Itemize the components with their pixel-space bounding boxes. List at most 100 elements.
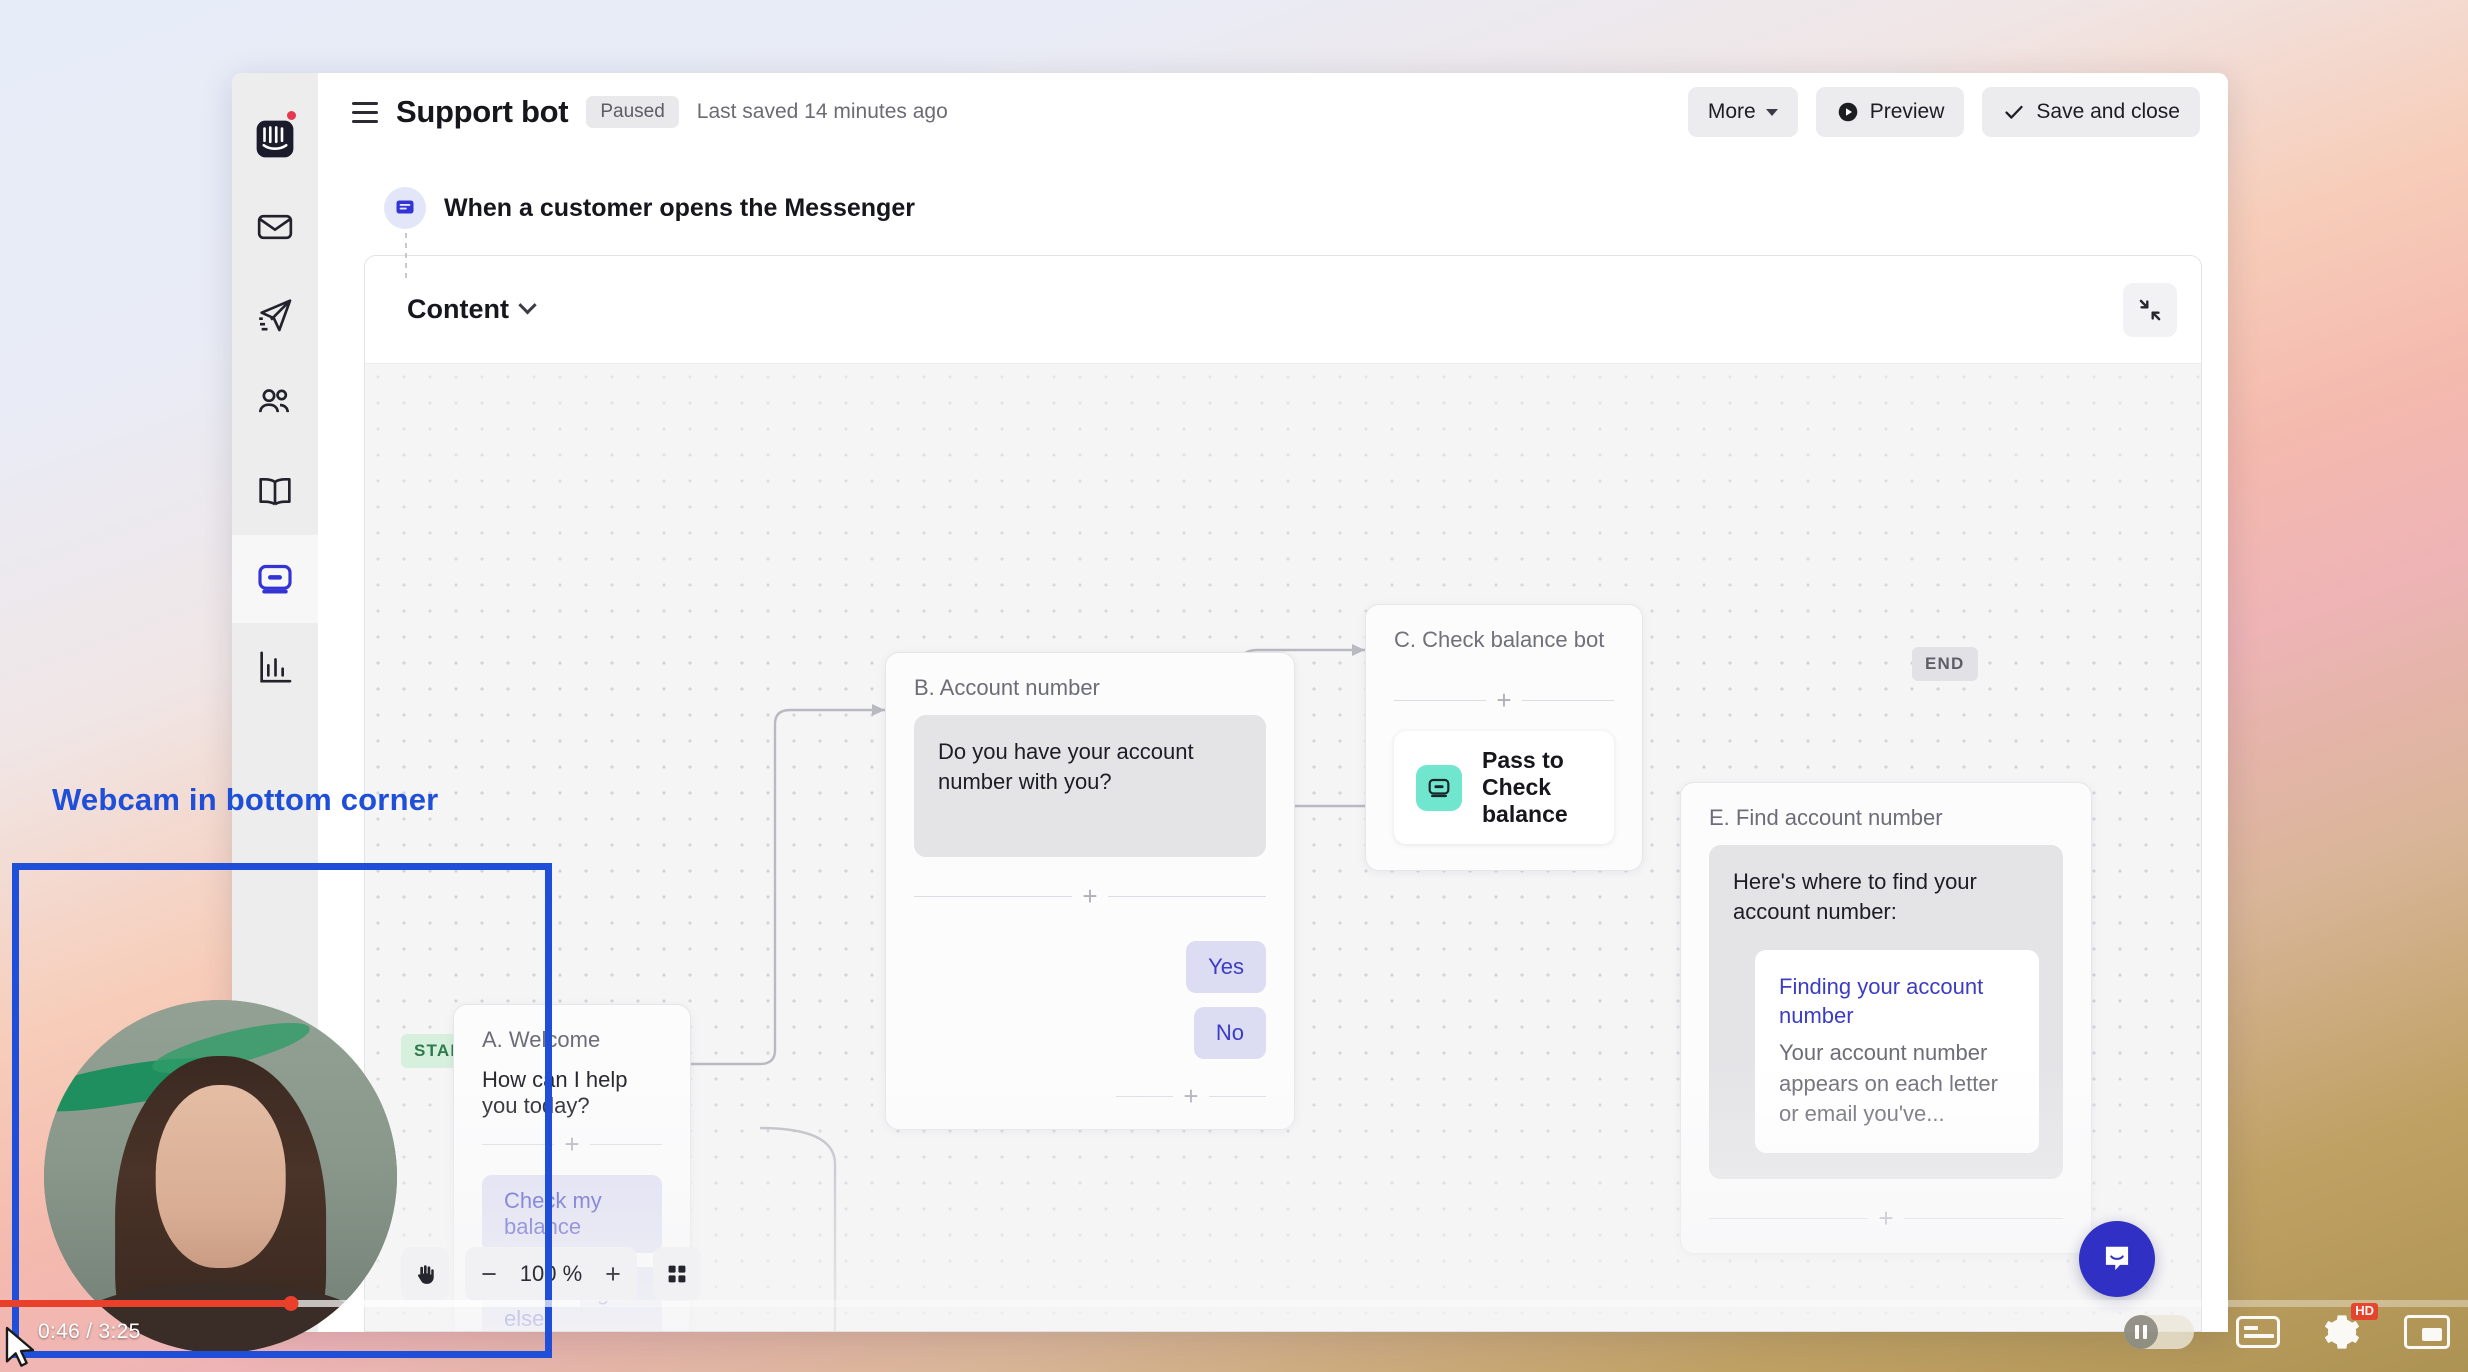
node-divider[interactable]: +: [1394, 687, 1614, 713]
page-title: Support bot: [396, 94, 568, 130]
more-button[interactable]: More: [1688, 87, 1798, 137]
sidebar-item-reports[interactable]: [232, 623, 318, 711]
trigger-connector: [405, 233, 407, 281]
video-player-controls: 0:46 / 3:25 HD: [0, 1290, 2468, 1372]
node-title: E. Find account number: [1681, 783, 2091, 845]
add-step-plus-icon[interactable]: +: [1082, 883, 1097, 909]
add-step-plus-icon[interactable]: +: [564, 1131, 579, 1157]
messenger-glyph-icon: [393, 196, 417, 220]
flow-node-check-balance-bot[interactable]: C. Check balance bot +: [1365, 604, 1643, 871]
divider-line: [1108, 896, 1266, 897]
settings-button[interactable]: HD: [2322, 1312, 2362, 1352]
bot-icon: [1416, 765, 1462, 811]
pause-toggle-button[interactable]: [2124, 1315, 2194, 1349]
last-saved-text: Last saved 14 minutes ago: [697, 100, 948, 124]
play-circle-icon: [1836, 100, 1860, 124]
progress-played: [0, 1300, 291, 1307]
add-step-plus-icon[interactable]: +: [1878, 1205, 1893, 1231]
collapse-expand-button[interactable]: [2123, 283, 2177, 337]
pass-to-bot-label: Pass to Check balance: [1482, 747, 1592, 828]
notification-dot-icon: [285, 109, 298, 122]
node-message-bubble: Here's where to find your account number…: [1709, 845, 2063, 1179]
main-column: Support bot Paused Last saved 14 minutes…: [318, 73, 2228, 1332]
flow-canvas[interactable]: START END A. Welcome How can I help you …: [365, 364, 2201, 1331]
status-badge: Paused: [586, 96, 678, 128]
preview-button-label: Preview: [1870, 100, 1945, 124]
contacts-icon: [255, 383, 295, 423]
pause-icon: [2124, 1315, 2158, 1349]
divider-line: [590, 1144, 662, 1145]
more-button-label: More: [1708, 100, 1756, 124]
sidebar-item-contacts[interactable]: [232, 359, 318, 447]
open-messenger-button[interactable]: [2079, 1221, 2155, 1297]
miniplayer-button[interactable]: [2404, 1315, 2450, 1349]
sidebar-item-intercom-logo[interactable]: [232, 95, 318, 183]
inbox-icon: [255, 207, 295, 247]
bot-glyph-icon: [1426, 775, 1452, 801]
divider-line: [1709, 1218, 1868, 1219]
end-badge: END: [1912, 647, 1978, 681]
flow-node-account-number[interactable]: B. Account number Do you have your accou…: [885, 652, 1295, 1130]
messenger-bubble-icon: [2098, 1240, 2136, 1278]
node-title: C. Check balance bot: [1366, 605, 1642, 667]
node-divider[interactable]: +: [914, 883, 1266, 909]
content-panel-header: Content: [365, 256, 2201, 364]
article-title[interactable]: Finding your account number: [1779, 972, 2015, 1031]
divider-line: [914, 896, 1072, 897]
save-and-close-button[interactable]: Save and close: [1982, 87, 2200, 137]
node-divider[interactable]: +: [1116, 1083, 1266, 1109]
time-display: 0:46 / 3:25: [38, 1320, 141, 1344]
quality-badge: HD: [2351, 1303, 2378, 1320]
mouse-cursor-icon: [2, 1326, 42, 1370]
divider-line: [1394, 700, 1486, 701]
reply-row: Yes: [886, 927, 1294, 1007]
divider-line: [1116, 1096, 1173, 1097]
caption-line: [2244, 1326, 2258, 1330]
check-icon: [2002, 100, 2026, 124]
annotation-highlight-box: [12, 863, 552, 1358]
trigger-row[interactable]: When a customer opens the Messenger: [318, 151, 2228, 247]
chevron-down-icon[interactable]: [518, 296, 536, 314]
divider-line: [1522, 700, 1614, 701]
top-bar: Support bot Paused Last saved 14 minutes…: [318, 73, 2228, 151]
content-panel: Content: [364, 255, 2202, 1332]
divider-line: [1209, 1096, 1266, 1097]
save-and-close-button-label: Save and close: [2036, 100, 2180, 124]
player-right-controls: HD: [2124, 1312, 2450, 1352]
intercom-logo-icon: [254, 118, 296, 160]
node-divider[interactable]: +: [1709, 1205, 2063, 1231]
collapse-diagonal-icon: [2137, 297, 2163, 323]
reports-icon: [255, 647, 295, 687]
menu-toggle-button[interactable]: [352, 102, 378, 123]
article-description: Your account number appears on each lett…: [1779, 1038, 2015, 1129]
quick-reply-button[interactable]: No: [1194, 1007, 1266, 1059]
sidebar-item-bots[interactable]: [232, 535, 318, 623]
article-card[interactable]: Finding your account number Your account…: [1755, 950, 2039, 1154]
flow-node-find-account-number[interactable]: E. Find account number Here's where to f…: [1680, 782, 2092, 1254]
paper-plane-icon: [255, 295, 295, 335]
sidebar-item-outbound[interactable]: [232, 271, 318, 359]
add-step-plus-icon[interactable]: +: [1496, 687, 1511, 713]
messenger-icon: [384, 187, 426, 229]
add-step-plus-icon[interactable]: +: [1183, 1083, 1198, 1109]
node-message-text: Here's where to find your account number…: [1733, 869, 1977, 924]
reply-row: No: [886, 1007, 1294, 1073]
pass-to-bot-card[interactable]: Pass to Check balance: [1394, 731, 1614, 844]
grid-icon: [665, 1262, 689, 1286]
divider-line: [1904, 1218, 2063, 1219]
sidebar-item-articles[interactable]: [232, 447, 318, 535]
quick-reply-button[interactable]: Yes: [1186, 941, 1266, 993]
chevron-down-icon: [1766, 109, 1778, 116]
preview-button[interactable]: Preview: [1816, 87, 1965, 137]
annotation-label: Webcam in bottom corner: [52, 782, 438, 818]
book-icon: [255, 471, 295, 511]
progress-scrubber-handle[interactable]: [284, 1296, 299, 1311]
captions-button[interactable]: [2236, 1316, 2280, 1348]
caption-line: [2244, 1334, 2274, 1338]
node-message-bubble: Do you have your account number with you…: [914, 715, 1266, 857]
progress-bar[interactable]: [0, 1300, 2468, 1307]
sidebar-item-inbox[interactable]: [232, 183, 318, 271]
node-title: B. Account number: [886, 653, 1294, 715]
trigger-label: When a customer opens the Messenger: [444, 194, 915, 223]
content-panel-title: Content: [407, 294, 509, 325]
